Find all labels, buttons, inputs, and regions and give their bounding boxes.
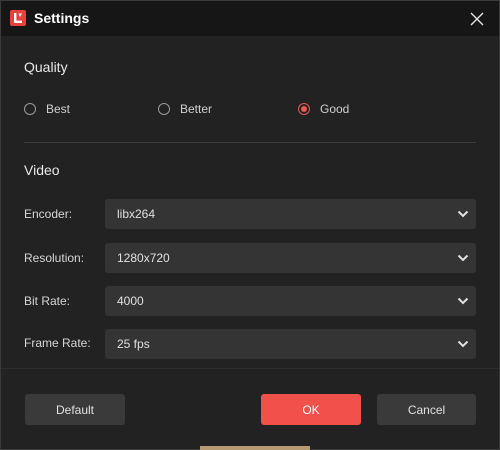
- title-bar: Settings: [1, 1, 499, 36]
- radio-dot: [301, 106, 307, 112]
- radio-button[interactable]: [24, 103, 36, 115]
- section-divider: [24, 142, 476, 143]
- chevron-down-icon: [457, 254, 469, 262]
- bit-rate-value: 4000: [117, 294, 144, 308]
- encoder-select[interactable]: libx264: [105, 199, 476, 229]
- default-button[interactable]: Default: [25, 394, 125, 425]
- quality-option-better[interactable]: Better: [158, 101, 212, 117]
- close-button[interactable]: [455, 1, 499, 36]
- radio-label: Better: [180, 102, 213, 116]
- resolution-value: 1280x720: [117, 251, 170, 265]
- chevron-down-icon: [457, 297, 469, 305]
- quality-option-best[interactable]: Best: [24, 101, 70, 117]
- settings-dialog: Settings Quality Best Better Good Video …: [0, 0, 500, 450]
- quality-option-good[interactable]: Good: [298, 101, 349, 117]
- app-logo-icon: [10, 10, 26, 26]
- resolution-label: Resolution:: [24, 251, 85, 265]
- resolution-select[interactable]: 1280x720: [105, 243, 476, 273]
- quality-heading: Quality: [24, 59, 68, 75]
- radio-button[interactable]: [158, 103, 170, 115]
- ok-button[interactable]: OK: [261, 394, 361, 425]
- video-heading: Video: [24, 162, 60, 178]
- encoder-label: Encoder:: [24, 207, 73, 221]
- bit-rate-label: Bit Rate:: [24, 294, 71, 308]
- cancel-button[interactable]: Cancel: [377, 394, 476, 425]
- bit-rate-select[interactable]: 4000: [105, 286, 476, 316]
- frame-rate-select[interactable]: 25 fps: [105, 329, 476, 359]
- chevron-down-icon: [457, 210, 469, 218]
- radio-label: Best: [46, 102, 71, 116]
- radio-label: Good: [320, 102, 350, 116]
- encoder-value: libx264: [117, 207, 156, 221]
- radio-button-selected[interactable]: [298, 103, 310, 115]
- frame-rate-value: 25 fps: [117, 337, 150, 351]
- frame-rate-label: Frame Rate:: [24, 336, 91, 350]
- window-title: Settings: [34, 10, 90, 26]
- chevron-down-icon: [457, 340, 469, 348]
- footer-divider: [1, 368, 499, 369]
- background-window-edge: [200, 446, 310, 450]
- close-icon: [470, 12, 484, 25]
